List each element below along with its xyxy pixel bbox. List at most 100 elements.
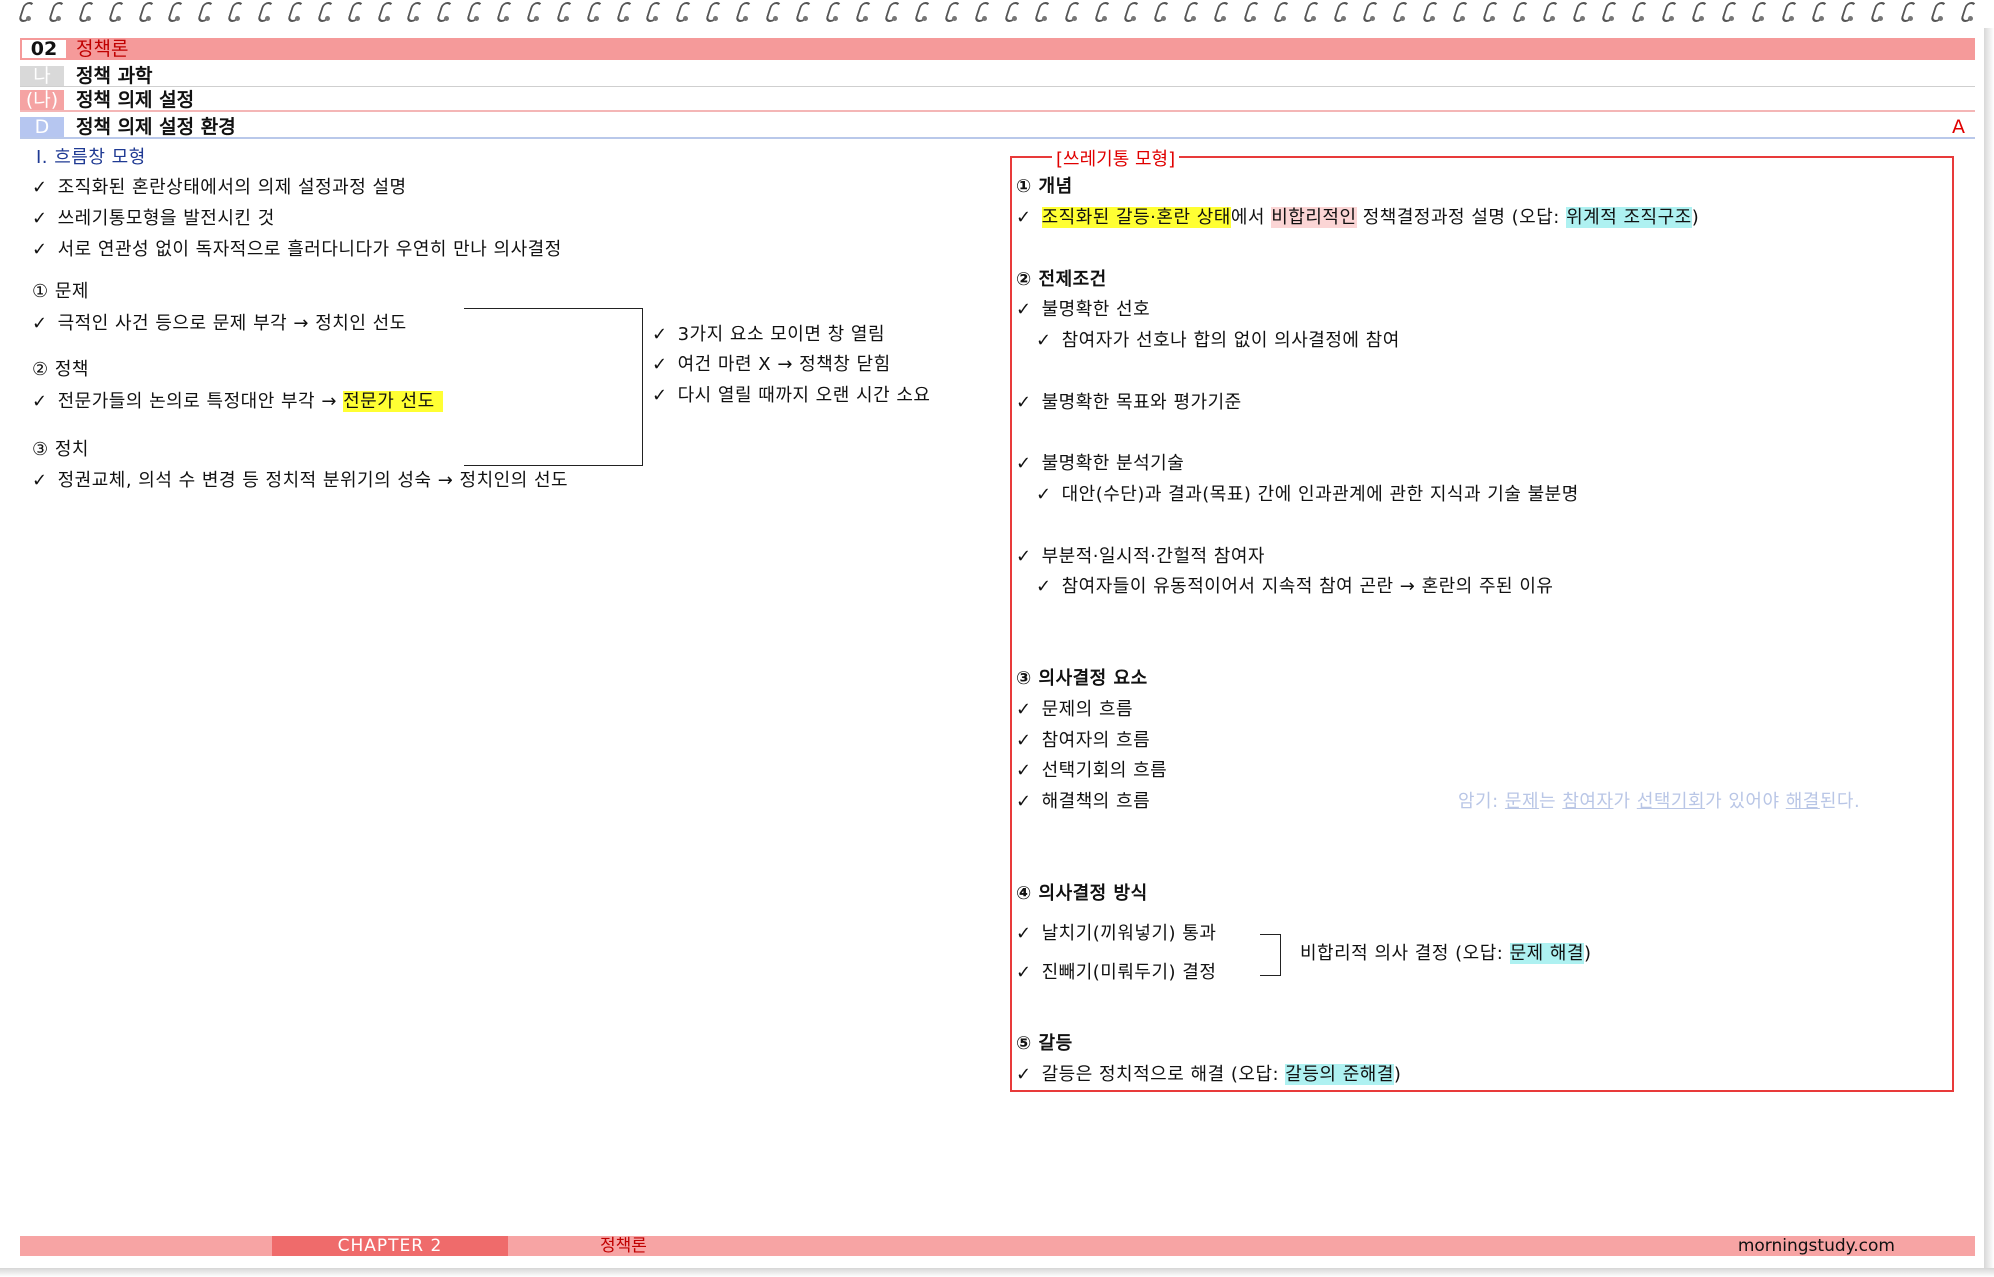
- stream-text-problem: ✓ 극적인 사건 등으로 문제 부각 → 정치인 선도: [32, 313, 407, 334]
- check-icon: ✓: [32, 239, 48, 260]
- chapter-number: 02: [22, 40, 66, 59]
- binding-ring-icon: [1125, 0, 1137, 22]
- binding-ring-icon: [588, 0, 600, 22]
- binding-ring-icon: [1454, 0, 1466, 22]
- check-icon: ✓: [32, 313, 48, 334]
- binding-ring-icon: [379, 0, 391, 22]
- check-icon: ✓: [1016, 392, 1032, 413]
- binding-ring-icon: [1753, 0, 1765, 22]
- check-icon: ✓: [652, 385, 668, 406]
- binding-ring-icon: [1215, 0, 1227, 22]
- window-item: ✓ 3가지 요소 모이면 창 열림: [652, 324, 886, 345]
- binding-ring-icon: [1424, 0, 1436, 22]
- binding-ring-icon: [1484, 0, 1496, 22]
- chapter-title: 정책론: [76, 38, 129, 60]
- footer-chapter: CHAPTER 2: [272, 1236, 508, 1256]
- binding-ring-icon: [1663, 0, 1675, 22]
- check-icon: ✓: [32, 208, 48, 229]
- binding-ring-icon: [1872, 0, 1884, 22]
- binding-ring-icon: [498, 0, 510, 22]
- binding-ring-icon: [1036, 0, 1048, 22]
- binding-ring-icon: [1275, 0, 1287, 22]
- premise-item: ✓ 부분적·일시적·간헐적 참여자: [1016, 546, 1265, 567]
- element-item: ✓ 문제의 흐름: [1016, 699, 1134, 720]
- binding-ring-icon: [438, 0, 450, 22]
- connector-line: [642, 308, 643, 464]
- binding-ring-icon: [857, 0, 869, 22]
- binding-ring-icon: [677, 0, 689, 22]
- premise-heading: ② 전제조건: [1016, 269, 1107, 290]
- left-section-title: Ⅰ. 흐름창 모형: [36, 147, 146, 168]
- binding-ring-icon: [707, 0, 719, 22]
- binding-ring-icon: [916, 0, 928, 22]
- binding-ring-icon: [468, 0, 480, 22]
- premise-subitem: ✓ 대안(수단)과 결과(목표) 간에 인과관계에 관한 지식과 기술 불분명: [1036, 484, 1579, 505]
- premise-item: ✓ 불명확한 분석기술: [1016, 453, 1185, 474]
- page-footer: CHAPTER 2 정책론 morningstudy.com: [20, 1236, 1975, 1256]
- stream-connector-bracket: [464, 308, 643, 466]
- elements-heading: ③ 의사결정 요소: [1016, 668, 1148, 689]
- check-icon: ✓: [1016, 453, 1032, 474]
- binding-ring-icon: [1245, 0, 1257, 22]
- binding-ring-icon: [737, 0, 749, 22]
- binding-ring-icon: [647, 0, 659, 22]
- footer-site: morningstudy.com: [1737, 1236, 1895, 1256]
- check-icon: ✓: [32, 177, 48, 198]
- check-icon: ✓: [1016, 791, 1032, 812]
- binding-ring-icon: [20, 0, 32, 22]
- binding-ring-icon: [1783, 0, 1795, 22]
- binding-ring-icon: [1305, 0, 1317, 22]
- check-icon: ✓: [1016, 699, 1032, 720]
- binding-ring-icon: [110, 0, 122, 22]
- check-icon: ✓: [1036, 484, 1052, 505]
- binding-ring-icon: [1514, 0, 1526, 22]
- method-item: ✓ 진빼기(미뤄두기) 결정: [1016, 962, 1217, 983]
- binding-ring-icon: [1096, 0, 1108, 22]
- binding-ring-icon: [767, 0, 779, 22]
- binding-ring-icon: [140, 0, 152, 22]
- binding-ring-icon: [528, 0, 540, 22]
- check-icon: ✓: [1016, 1064, 1032, 1085]
- binding-ring-icon: [1155, 0, 1167, 22]
- check-icon: ✓: [1016, 923, 1032, 944]
- highlight-expert: 전문가 선도: [343, 391, 443, 412]
- binding-ring-icon: [1544, 0, 1556, 22]
- binding-ring-icon: [1842, 0, 1854, 22]
- premise-item: ✓ 불명확한 목표와 평가기준: [1016, 392, 1242, 413]
- binding-ring-icon: [229, 0, 241, 22]
- binding-ring-icon: [80, 0, 92, 22]
- box-title: [쓰레기통 모형]: [1052, 148, 1180, 172]
- methods-bracket: [1260, 934, 1281, 976]
- binding-ring-icon: [558, 0, 570, 22]
- binding-ring-icon: [408, 0, 420, 22]
- stream-heading-problem: ① 문제: [32, 281, 89, 302]
- premise-subitem: ✓ 참여자가 선호나 합의 없이 의사결정에 참여: [1036, 330, 1400, 351]
- binding-ring-icon: [1006, 0, 1018, 22]
- binding-ring-icon: [1603, 0, 1615, 22]
- binding-ring-icon: [827, 0, 839, 22]
- binding-ring-icon: [259, 0, 271, 22]
- window-item: ✓ 여건 마련 X → 정책창 닫힘: [652, 354, 891, 375]
- page-shadow-bottom: [0, 1268, 1994, 1277]
- subsection-title: 정책 의제 설정: [76, 89, 195, 111]
- binding-ring-icon: [169, 0, 181, 22]
- footer-title: 정책론: [600, 1236, 647, 1256]
- binding-ring-icon: [1813, 0, 1825, 22]
- check-icon: ✓: [1016, 730, 1032, 751]
- methods-heading: ④ 의사결정 방식: [1016, 883, 1148, 904]
- element-item: ✓ 선택기회의 흐름: [1016, 760, 1168, 781]
- check-icon: ✓: [1016, 207, 1032, 228]
- binding-ring-icon: [1932, 0, 1944, 22]
- binding-ring-icon: [886, 0, 898, 22]
- mnemonic-hint: 암기: 문제는 참여자가 선택기회가 있어야 해결된다.: [1458, 791, 1861, 812]
- binding-ring-icon: [1364, 0, 1376, 22]
- topic-title: 정책 의제 설정 환경: [76, 116, 236, 138]
- binding-ring-icon: [946, 0, 958, 22]
- binding-ring-icon: [976, 0, 988, 22]
- binding-ring-icon: [1633, 0, 1645, 22]
- binding-ring-icon: [618, 0, 630, 22]
- check-icon: ✓: [1036, 330, 1052, 351]
- binding-ring-icon: [1574, 0, 1586, 22]
- spiral-binding: [20, 0, 1974, 28]
- check-icon: ✓: [652, 324, 668, 345]
